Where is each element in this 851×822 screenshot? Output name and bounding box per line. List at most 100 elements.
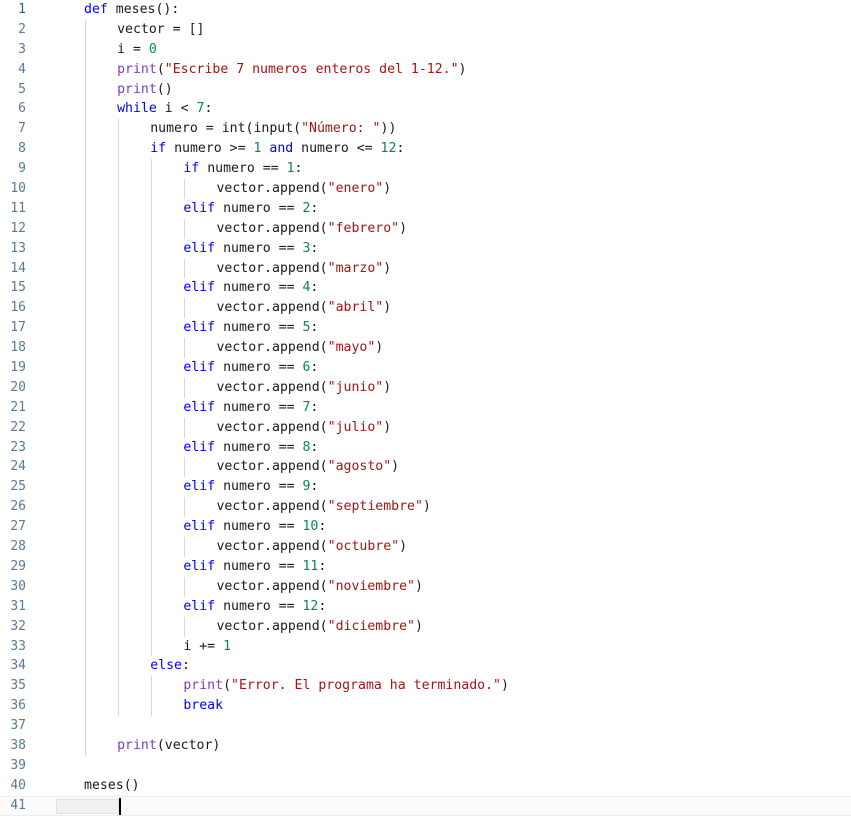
indent-guide xyxy=(117,238,119,259)
code-line[interactable]: 34 else: xyxy=(0,656,851,677)
indent-guide xyxy=(117,318,119,339)
indent-guide xyxy=(84,397,86,418)
code-line[interactable]: 31 elif numero == 12: xyxy=(0,596,851,617)
code-line[interactable]: 9 if numero == 1: xyxy=(0,159,851,180)
token-kw: elif xyxy=(183,558,216,574)
code-line[interactable]: 28 vector.append("octubre") xyxy=(0,537,851,557)
indent-guide xyxy=(150,159,152,180)
code-line[interactable]: 35 print("Error. El programa ha terminado… xyxy=(0,676,851,697)
token-kw: if xyxy=(150,141,167,157)
code-line[interactable]: 7 numero = int(input("Número: ")) xyxy=(0,119,851,140)
code-line[interactable]: 21 elif numero == 7: xyxy=(0,397,851,418)
indent-guides xyxy=(0,159,851,180)
code-line[interactable]: 15 elif numero == 4: xyxy=(0,278,851,299)
token-str: "septiembre" xyxy=(327,499,423,515)
code-line[interactable]: 29 elif numero == 11: xyxy=(0,556,851,577)
indent-guide xyxy=(150,179,152,199)
token-op: (vector) xyxy=(156,737,221,753)
code-line[interactable]: 40 meses() xyxy=(0,776,851,796)
indent-guide xyxy=(183,338,185,359)
code-line[interactable]: 5 print() xyxy=(0,79,851,100)
code-line[interactable]: 32 vector.append("diciembre") xyxy=(0,616,851,637)
indent-guide xyxy=(84,238,86,259)
indent-guide xyxy=(150,457,152,478)
indent-guide xyxy=(117,656,119,677)
token-id: vector.append( xyxy=(216,220,328,236)
code-line[interactable]: 37 xyxy=(0,716,851,736)
code-line[interactable]: 25 elif numero == 9: xyxy=(0,477,851,498)
token-id: numero == xyxy=(199,161,287,177)
code-text: elif numero == 8: xyxy=(183,438,318,458)
code-line[interactable]: 1 def meses(): xyxy=(0,0,851,20)
token-id: numero >= xyxy=(166,141,254,157)
token-op: : xyxy=(294,161,303,177)
code-line[interactable]: 4 print("Escribe 7 numeros enteros del 1-… xyxy=(0,59,851,80)
code-line[interactable]: 11 elif numero == 2: xyxy=(0,198,851,219)
line-number: 35 xyxy=(10,678,26,694)
code-text: elif numero == 12: xyxy=(183,597,326,617)
code-line[interactable]: 26 vector.append("septiembre") xyxy=(0,497,851,518)
code-line[interactable]: 8 if numero >= 1 and numero <= 12: xyxy=(0,139,851,160)
indent-guide xyxy=(150,417,152,438)
indent-guide xyxy=(84,139,86,160)
indent-guide xyxy=(84,616,86,637)
code-line[interactable]: 30 vector.append("noviembre") xyxy=(0,576,851,597)
line-number: 26 xyxy=(10,499,26,515)
code-line[interactable]: 14 vector.append("marzo") xyxy=(0,258,851,279)
code-line[interactable]: 24 vector.append("agosto") xyxy=(0,457,851,478)
code-line[interactable]: 41 xyxy=(0,795,851,816)
indent-guide xyxy=(150,238,152,259)
indent-guide xyxy=(150,497,152,518)
line-number: 36 xyxy=(10,698,26,714)
code-line[interactable]: 22 vector.append("julio") xyxy=(0,417,851,438)
code-line[interactable]: 18 vector.append("mayo") xyxy=(0,338,851,359)
code-text: if numero == 1: xyxy=(183,159,302,179)
indent-guide xyxy=(117,397,119,418)
indent-guide xyxy=(84,477,86,498)
code-line[interactable]: 3 i = 0 xyxy=(0,39,851,60)
line-number: 40 xyxy=(10,777,26,793)
code-line[interactable]: 33 i += 1 xyxy=(0,636,851,657)
code-text: elif numero == 5: xyxy=(183,318,318,338)
code-line[interactable]: 39 xyxy=(0,756,851,776)
indent-guide xyxy=(117,198,119,219)
token-op: ) xyxy=(391,459,400,475)
code-editor[interactable]: 1 def meses(): 2 vector = [] 3 i = 0 4 print("E… xyxy=(0,0,851,822)
code-line[interactable]: 19 elif numero == 6: xyxy=(0,358,851,378)
code-line[interactable]: 6 while i < 7: xyxy=(0,99,851,120)
code-text: def meses(): xyxy=(84,0,179,20)
token-id: numero == xyxy=(215,439,303,455)
token-id: numero == xyxy=(215,280,303,296)
token-op: : xyxy=(310,439,319,455)
token-op: : xyxy=(318,558,327,574)
code-line[interactable]: 38 print(vector) xyxy=(0,735,851,756)
indent-guide xyxy=(117,616,119,637)
code-line[interactable]: 12 vector.append("febrero") xyxy=(0,218,851,239)
indent-guide xyxy=(84,179,86,199)
code-text: if numero >= 1 and numero <= 12: xyxy=(150,139,404,159)
indent-guide xyxy=(117,278,119,299)
token-id: i += xyxy=(183,638,224,654)
code-line[interactable]: 36 break xyxy=(0,696,851,717)
indent-guide xyxy=(150,576,152,597)
indent-guide xyxy=(150,318,152,339)
text-cursor xyxy=(119,797,121,815)
code-line[interactable]: 2 vector = [] xyxy=(0,19,851,40)
code-line[interactable]: 17 elif numero == 5: xyxy=(0,318,851,339)
indent-guide xyxy=(117,696,119,717)
token-op: : xyxy=(310,360,319,376)
code-text: vector.append("diciembre") xyxy=(216,617,422,637)
token-str: "diciembre" xyxy=(327,618,415,634)
code-text: while i < 7: xyxy=(117,99,212,119)
token-id: vector.append( xyxy=(216,300,328,316)
indent-guide xyxy=(84,556,86,577)
code-line[interactable]: 10 vector.append("enero") xyxy=(0,179,851,199)
code-text: elif numero == 7: xyxy=(183,398,318,418)
code-line[interactable]: 23 elif numero == 8: xyxy=(0,437,851,458)
code-line[interactable]: 27 elif numero == 10: xyxy=(0,517,851,538)
token-kw: and xyxy=(269,141,294,157)
indent-guide xyxy=(84,19,86,40)
code-line[interactable]: 20 vector.append("junio") xyxy=(0,377,851,398)
code-line[interactable]: 13 elif numero == 3: xyxy=(0,238,851,259)
code-line[interactable]: 16 vector.append("abril") xyxy=(0,298,851,319)
